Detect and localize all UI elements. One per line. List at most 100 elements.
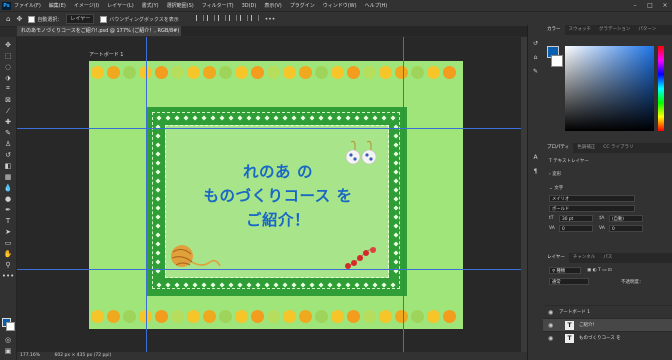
eraser-tool-icon[interactable]: ◧ — [3, 161, 13, 170]
layer-row-selected[interactable]: ◉ T ご紹介！ — [543, 318, 672, 332]
blur-tool-icon[interactable]: 💧 — [3, 183, 13, 192]
frame-tool-icon[interactable]: ⊠ — [3, 95, 13, 104]
align-left-icon[interactable] — [195, 15, 204, 21]
zoom-level[interactable]: 177.16% — [20, 353, 40, 358]
align-center-icon[interactable] — [206, 15, 215, 21]
guide-horizontal-1[interactable] — [17, 128, 527, 129]
menu-3d[interactable]: 3D(D) — [242, 3, 257, 9]
align-middle-icon[interactable] — [239, 15, 248, 21]
character-panel-icon[interactable]: A — [531, 153, 540, 162]
document-size: 602 px × 435 px (72 ppi) — [54, 353, 112, 358]
move-tool-icon[interactable]: ✥ — [3, 40, 13, 49]
hue-slider[interactable] — [658, 46, 664, 131]
menu-file[interactable]: ファイル(F) — [14, 2, 41, 9]
tab-layers[interactable]: レイヤー — [543, 253, 569, 263]
menu-image[interactable]: イメージ(I) — [74, 2, 99, 9]
layer-filter-select[interactable]: ⚲ 種類 — [549, 267, 581, 274]
font-style-select[interactable]: ボールド — [549, 205, 635, 212]
path-select-icon[interactable]: ➤ — [3, 227, 13, 236]
panel-background-swatch[interactable] — [551, 55, 563, 67]
frame-motif — [393, 250, 399, 256]
menu-plugins[interactable]: プラグイン — [290, 2, 315, 9]
gradient-tool-icon[interactable]: ▦ — [3, 172, 13, 181]
quick-mask-icon[interactable]: ◎ — [3, 335, 13, 344]
character-section[interactable]: ⌄ 文字 — [549, 185, 563, 191]
menu-window[interactable]: ウィンドウ(W) — [323, 2, 357, 9]
font-size-field[interactable]: 30 pt — [559, 215, 593, 222]
menu-select[interactable]: 選択範囲(S) — [167, 2, 194, 9]
layer-row[interactable]: ◉ T ものづくりコース を — [543, 331, 672, 345]
maximize-button[interactable]: □ — [643, 0, 657, 11]
visibility-eye-icon[interactable]: ◉ — [548, 335, 553, 342]
close-window-button[interactable]: × — [658, 0, 672, 11]
lasso-tool-icon[interactable]: ◌ — [3, 62, 13, 71]
guide-horizontal-2[interactable] — [17, 269, 527, 270]
app-logo-icon[interactable]: Ps — [2, 1, 11, 10]
crop-tool-icon[interactable]: ⌗ — [3, 84, 13, 93]
align-icons[interactable] — [193, 15, 259, 23]
menu-edit[interactable]: 編集(E) — [49, 2, 66, 9]
move-tool-icon[interactable]: ✥ — [16, 15, 22, 23]
menu-view[interactable]: 表示(V) — [264, 2, 281, 9]
type-tool-icon[interactable]: T — [3, 216, 13, 225]
brush-panel-icon[interactable]: ✎ — [531, 67, 540, 76]
tab-properties[interactable]: プロパティ — [543, 143, 574, 153]
more-tools-icon[interactable]: ••• — [2, 271, 14, 280]
tab-gradients[interactable]: グラデーション — [595, 25, 634, 35]
paragraph-panel-icon[interactable]: ¶ — [531, 167, 540, 176]
guide-vertical-2[interactable] — [403, 37, 404, 352]
visibility-eye-icon[interactable]: ◉ — [548, 322, 553, 329]
healing-brush-icon[interactable]: ✚ — [3, 117, 13, 126]
pen-tool-icon[interactable]: ✒ — [3, 205, 13, 214]
history-brush-icon[interactable]: ↺ — [3, 150, 13, 159]
history-panel-icon[interactable]: ↺ — [531, 39, 540, 48]
tab-adjustments[interactable]: 色調補正 — [573, 143, 599, 153]
shape-tool-icon[interactable]: ▭ — [3, 238, 13, 247]
tab-cc-libraries[interactable]: CC ライブラリ — [599, 143, 637, 153]
menu-help[interactable]: ヘルプ(H) — [365, 2, 388, 9]
layer-dropdown[interactable]: レイヤー — [66, 14, 95, 24]
tab-paths[interactable]: パス — [599, 253, 616, 263]
bounding-box-checkbox[interactable]: バウンディングボックスを表示 — [100, 15, 179, 23]
brush-tool-icon[interactable]: ✎ — [3, 128, 13, 137]
home-icon[interactable]: ⌂ — [6, 15, 10, 23]
tab-swatches[interactable]: スウォッチ — [565, 25, 596, 35]
background-color-swatch[interactable] — [6, 322, 15, 331]
auto-select-checkbox[interactable]: 自動選択： — [28, 15, 62, 23]
leading-icon: ‡A — [599, 216, 605, 221]
libraries-panel-icon[interactable]: ⌂ — [531, 53, 540, 62]
tab-channels[interactable]: チャンネル — [569, 253, 599, 263]
zoom-tool-icon[interactable]: ⚲ — [3, 260, 13, 269]
menu-layer[interactable]: レイヤー(L) — [107, 2, 134, 9]
hand-tool-icon[interactable]: ✋ — [3, 249, 13, 258]
artboard-label[interactable]: アートボード 1 — [89, 51, 123, 58]
leading-field[interactable]: (自動) — [609, 215, 643, 222]
artboard-tool-icon[interactable]: ⬚ — [3, 51, 13, 60]
tab-color[interactable]: カラー — [543, 25, 565, 35]
clone-stamp-icon[interactable]: ♙ — [3, 139, 13, 148]
layer-filter-icons[interactable]: ▣ ◐ T ▭ ⊡ — [587, 268, 612, 273]
more-options-icon[interactable]: ••• — [265, 16, 276, 23]
menu-type[interactable]: 書式(Y) — [142, 2, 159, 9]
document-tab[interactable]: れのあモノづくりコースをご紹介!.psd @ 177% (ご紹介！, RGB/8… — [17, 26, 181, 36]
canvas-area[interactable]: アートボード 1 れのあ の ものづくりコース を ご紹介！ — [17, 37, 527, 352]
guide-vertical-1[interactable] — [146, 37, 147, 352]
visibility-eye-icon[interactable]: ◉ — [548, 309, 553, 316]
minimize-button[interactable]: – — [628, 0, 642, 11]
dodge-tool-icon[interactable]: ● — [3, 194, 13, 203]
object-select-icon[interactable]: ⬗ — [3, 73, 13, 82]
align-top-icon[interactable] — [228, 15, 237, 21]
font-family-select[interactable]: メイリオ — [549, 195, 635, 202]
align-right-icon[interactable] — [217, 15, 226, 21]
layer-row-artboard[interactable]: ◉ アートボード 1 — [543, 305, 672, 319]
kerning-field[interactable]: 0 — [559, 225, 593, 232]
color-picker-field[interactable] — [565, 46, 654, 131]
screen-mode-icon[interactable]: ▣ — [3, 346, 13, 355]
transform-section[interactable]: › 変形 — [549, 171, 561, 177]
menu-filter[interactable]: フィルター(T) — [202, 2, 234, 9]
blend-mode-select[interactable]: 通常 — [549, 278, 589, 285]
align-bottom-icon[interactable] — [250, 15, 259, 21]
eyedropper-icon[interactable]: ⁄ — [3, 106, 13, 115]
tracking-field[interactable]: 0 — [609, 225, 643, 232]
tab-patterns[interactable]: パターン — [634, 25, 660, 35]
